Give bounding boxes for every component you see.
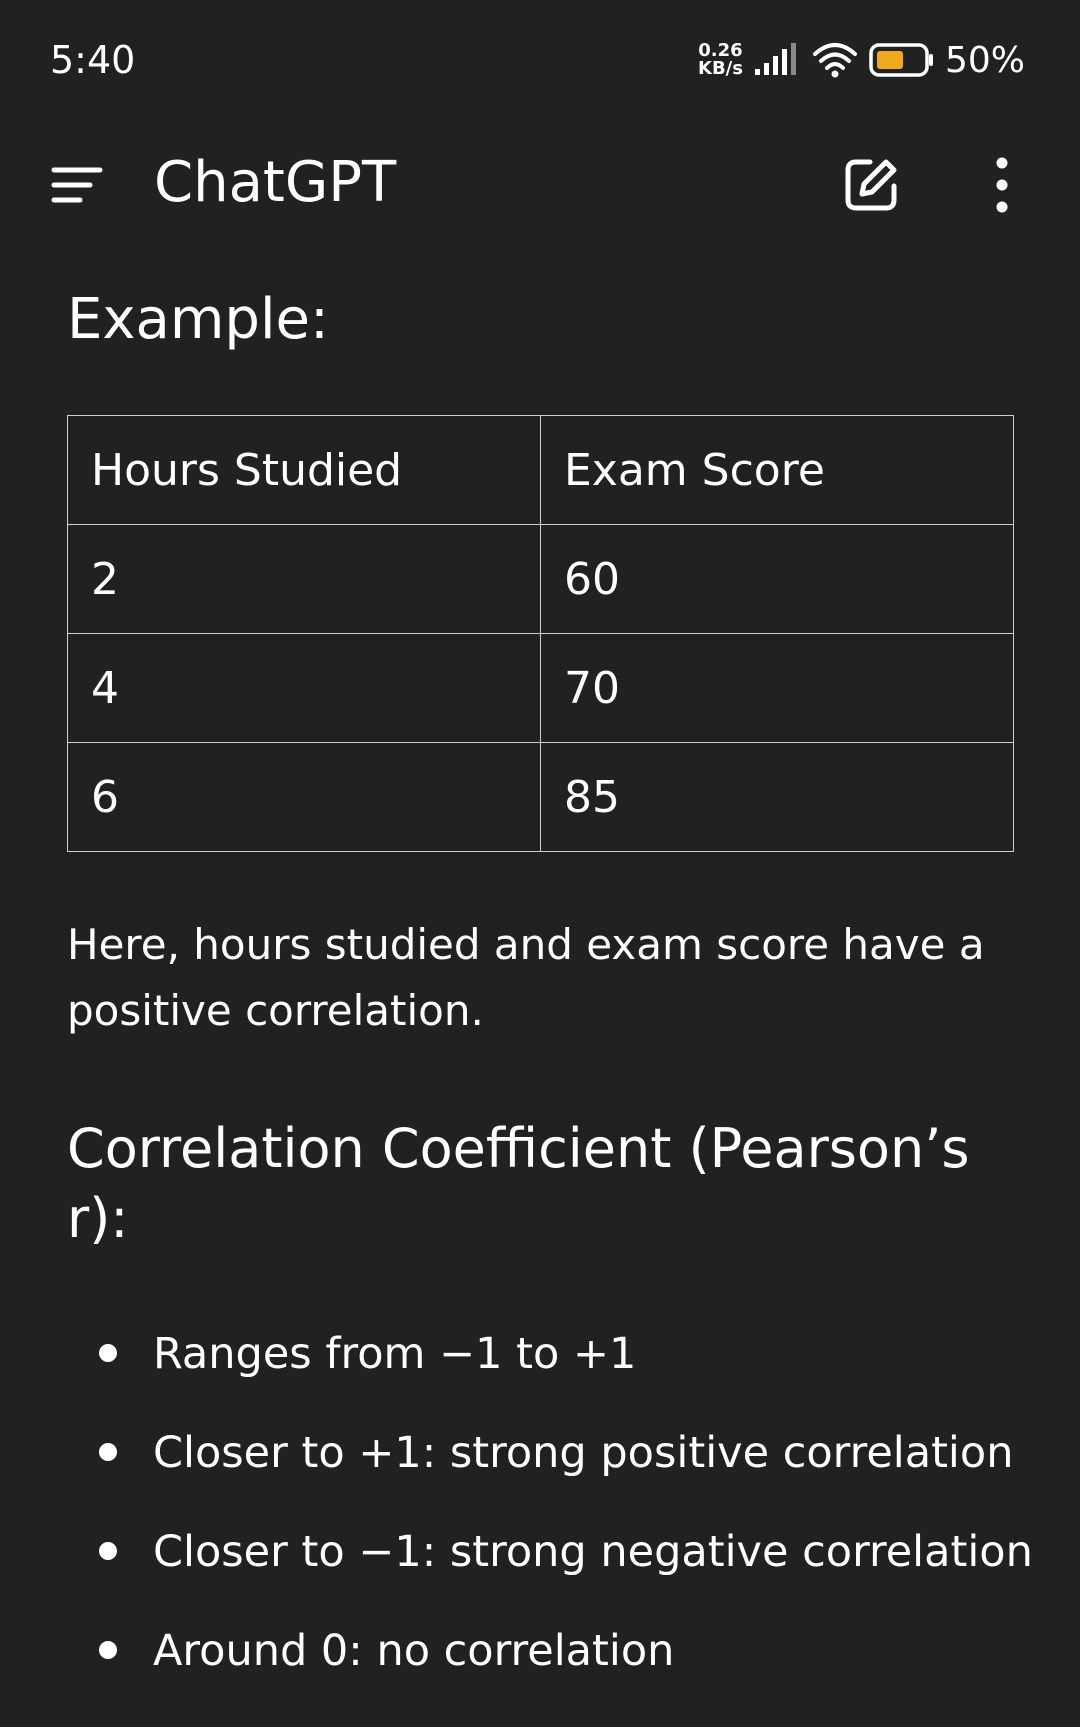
bullet-list: Ranges from −1 to +1 Closer to +1: stron… bbox=[67, 1324, 1033, 1720]
app-title: ChatGPT bbox=[154, 150, 397, 215]
table-cell: 70 bbox=[540, 633, 1014, 743]
hamburger-menu-icon[interactable] bbox=[50, 162, 104, 208]
table-row: 6 85 bbox=[67, 742, 1014, 852]
table-header-row: Hours Studied Exam Score bbox=[67, 415, 1014, 525]
data-table: Hours Studied Exam Score 2 60 4 70 6 85 bbox=[67, 415, 1014, 852]
list-item: Closer to +1: strong positive correlatio… bbox=[67, 1423, 1017, 1522]
list-item-text: Ranges from −1 to +1 bbox=[153, 1329, 637, 1379]
status-time: 5:40 bbox=[50, 38, 136, 82]
bullet-dot-icon bbox=[99, 1443, 117, 1461]
bullet-dot-icon bbox=[99, 1344, 117, 1362]
list-item: Around 0: no correlation bbox=[67, 1621, 1017, 1720]
new-chat-edit-icon[interactable] bbox=[840, 154, 902, 216]
list-item: Ranges from −1 to +1 bbox=[67, 1324, 1017, 1423]
paragraph-text: Here, hours studied and exam score have … bbox=[67, 920, 985, 1035]
list-item-text: Around 0: no correlation bbox=[153, 1626, 675, 1676]
network-speed-unit: KB/s bbox=[698, 58, 743, 79]
example-heading: Example: bbox=[67, 287, 329, 352]
list-item: Closer to −1: strong negative correlatio… bbox=[67, 1522, 1033, 1621]
app-bar: ChatGPT bbox=[0, 130, 1080, 240]
status-bar: 5:40 0.26 KB/s 50% bbox=[0, 0, 1080, 120]
correlation-heading: Correlation Coefficient (Pearson’s r): bbox=[67, 1117, 970, 1250]
chat-response: Example: Hours Studied Exam Score 2 60 4… bbox=[67, 270, 1033, 1720]
table-cell: 2 bbox=[67, 524, 541, 634]
table-cell: 60 bbox=[540, 524, 1014, 634]
table-cell: 4 bbox=[67, 633, 541, 743]
table-header-score: Exam Score bbox=[540, 415, 1014, 525]
battery-percent: 50% bbox=[944, 39, 1025, 81]
battery-icon bbox=[869, 43, 933, 77]
list-item-text: Closer to −1: strong negative correlatio… bbox=[153, 1527, 1033, 1577]
signal-icon bbox=[754, 43, 796, 75]
table-cell: 6 bbox=[67, 742, 541, 852]
more-vertical-icon[interactable] bbox=[984, 154, 1020, 216]
list-item-text: Closer to +1: strong positive correlatio… bbox=[153, 1428, 1014, 1478]
table-row: 2 60 bbox=[67, 524, 1014, 634]
status-indicators: 0.26 KB/s 50% bbox=[698, 38, 1025, 82]
wifi-icon bbox=[812, 43, 857, 78]
table-cell: 85 bbox=[540, 742, 1014, 852]
bullet-dot-icon bbox=[99, 1542, 117, 1560]
table-header-hours: Hours Studied bbox=[67, 415, 541, 525]
table-row: 4 70 bbox=[67, 633, 1014, 743]
network-speed: 0.26 KB/s bbox=[698, 42, 743, 78]
bullet-dot-icon bbox=[99, 1641, 117, 1659]
